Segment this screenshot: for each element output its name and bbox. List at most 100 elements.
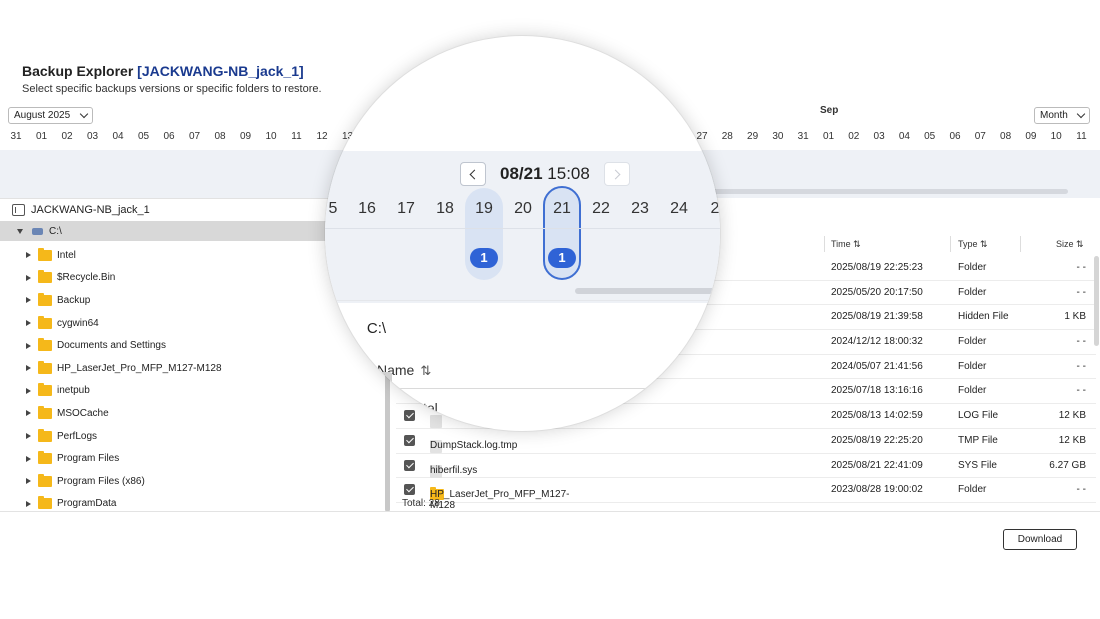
- cell-time: 2024/05/07 21:41:56: [831, 360, 923, 372]
- table-row[interactable]: hiberfil.sys 2025/08/21 22:41:09 SYS File 6…: [396, 454, 1096, 479]
- chevron-left-icon: [469, 169, 480, 179]
- tree-folder-item[interactable]: HP_LaserJet_Pro_MFP_M127-M128: [0, 357, 395, 380]
- day-cell[interactable]: 28: [715, 131, 739, 142]
- day-cell[interactable]: 01: [30, 131, 54, 142]
- folder-icon: [38, 383, 52, 397]
- day-cell[interactable]: 04: [892, 131, 916, 142]
- day-cell[interactable]: 29: [741, 131, 765, 142]
- table-row[interactable]: DumpStack.log.tmp 2025/08/19 22:25:20 TMP …: [396, 429, 1096, 454]
- expand-right-icon[interactable]: [26, 365, 31, 372]
- day-cell[interactable]: 09: [234, 131, 258, 142]
- magnified-day-cell[interactable]: 16: [347, 200, 387, 218]
- tree-folder-item[interactable]: cygwin64: [0, 312, 395, 335]
- magnified-day-cell[interactable]: 22: [581, 200, 621, 218]
- cell-size: - -: [1076, 385, 1086, 397]
- expand-right-icon[interactable]: [26, 252, 31, 259]
- cell-size: 12 KB: [1058, 434, 1086, 446]
- day-cell[interactable]: 11: [1070, 131, 1094, 142]
- magnified-scrollbar-thumb[interactable]: [380, 372, 392, 431]
- expand-right-icon[interactable]: [26, 410, 31, 417]
- cell-size: - -: [1076, 484, 1086, 496]
- day-cell[interactable]: 05: [132, 131, 156, 142]
- column-header-size[interactable]: Size ⇅: [1056, 239, 1084, 250]
- expand-right-icon[interactable]: [26, 297, 31, 304]
- expand-right-icon[interactable]: [26, 387, 31, 394]
- tree-folder-label: Backup: [57, 294, 91, 306]
- previous-version-button[interactable]: [460, 162, 486, 186]
- day-cell[interactable]: 06: [157, 131, 181, 142]
- tree-drive-label: C:\: [49, 225, 62, 237]
- grid-scrollbar[interactable]: [1094, 256, 1099, 346]
- tree-folder-item[interactable]: PerfLogs: [0, 425, 395, 448]
- magnified-day-cell[interactable]: 20: [503, 200, 543, 218]
- expand-right-icon[interactable]: [26, 433, 31, 440]
- magnified-checkbox[interactable]: [403, 408, 414, 419]
- day-cell[interactable]: 12: [310, 131, 334, 142]
- column-header-type[interactable]: Type ⇅: [958, 239, 988, 250]
- day-cell[interactable]: 03: [81, 131, 105, 142]
- version-time: 15:08: [547, 164, 590, 183]
- day-cell[interactable]: 02: [55, 131, 79, 142]
- day-cell[interactable]: 06: [943, 131, 967, 142]
- cell-type: SYS File: [958, 459, 997, 471]
- tree-folder-item[interactable]: Program Files (x86): [0, 470, 395, 493]
- expand-right-icon[interactable]: [26, 478, 31, 485]
- day-cell[interactable]: 01: [817, 131, 841, 142]
- magnified-row-name: tel: [423, 400, 438, 416]
- day-cell[interactable]: 07: [183, 131, 207, 142]
- magnified-day-cell[interactable]: 23: [620, 200, 660, 218]
- day-19-backup-count-badge: 1: [470, 248, 498, 268]
- expand-right-icon[interactable]: [26, 274, 31, 281]
- day-cell[interactable]: 31: [4, 131, 28, 142]
- divider: [325, 300, 720, 301]
- row-checkbox[interactable]: [404, 459, 415, 471]
- day-cell[interactable]: 08: [208, 131, 232, 142]
- range-select[interactable]: Month: [1034, 107, 1090, 124]
- magnified-day-cell[interactable]: 19: [464, 200, 504, 218]
- day-cell[interactable]: 31: [791, 131, 815, 142]
- day-cell[interactable]: 09: [1019, 131, 1043, 142]
- title-prefix: Backup Explorer: [22, 63, 138, 79]
- table-row[interactable]: HP_LaserJet_Pro_MFP_M127-M128 2023/08/28 …: [396, 478, 1096, 511]
- folder-icon: [38, 405, 52, 419]
- next-version-button[interactable]: [603, 162, 630, 186]
- day-cell[interactable]: 30: [766, 131, 790, 142]
- tree-folder-item[interactable]: MSOCache: [0, 402, 395, 425]
- expand-down-icon[interactable]: [17, 228, 23, 234]
- tree-folder-item[interactable]: Documents and Settings: [0, 334, 395, 357]
- expand-right-icon[interactable]: [26, 320, 31, 327]
- day-cell[interactable]: 03: [867, 131, 891, 142]
- tree-root[interactable]: JACKWANG-NB_jack_1: [12, 204, 150, 216]
- day-cell[interactable]: 04: [106, 131, 130, 142]
- expand-right-icon[interactable]: [26, 455, 31, 462]
- magnified-scrollbar[interactable]: [575, 288, 720, 294]
- magnified-day-cell[interactable]: 24: [659, 200, 699, 218]
- day-cell[interactable]: 10: [1044, 131, 1068, 142]
- magnified-day-cell[interactable]: 21: [542, 200, 582, 218]
- tree-folder-label: Program Files: [57, 453, 120, 465]
- magnified-day-cell[interactable]: 17: [386, 200, 426, 218]
- day-cell[interactable]: 08: [994, 131, 1018, 142]
- cell-type: Hidden File: [958, 311, 1009, 323]
- row-checkbox[interactable]: [404, 434, 415, 446]
- total-count: Total: 28: [402, 498, 440, 509]
- divider: [325, 228, 720, 229]
- expand-right-icon[interactable]: [26, 342, 31, 349]
- tree-folder-label: ProgramData: [57, 498, 117, 510]
- expand-right-icon[interactable]: [26, 500, 31, 507]
- day-cell[interactable]: 05: [918, 131, 942, 142]
- day-cell[interactable]: 11: [285, 131, 309, 142]
- tree-folder-item[interactable]: inetpub: [0, 380, 395, 403]
- magnified-day-cell[interactable]: 18: [425, 200, 465, 218]
- day-cell[interactable]: 02: [842, 131, 866, 142]
- magnified-day-cell[interactable]: 2: [695, 200, 720, 218]
- tree-folder-label: Program Files (x86): [57, 475, 145, 487]
- day-cell[interactable]: 10: [259, 131, 283, 142]
- row-checkbox[interactable]: [404, 484, 415, 496]
- month-select[interactable]: August 2025: [8, 107, 93, 124]
- download-button[interactable]: Download: [1003, 529, 1077, 550]
- version-navigator: 08/21 15:08: [460, 162, 630, 186]
- day-cell[interactable]: 07: [968, 131, 992, 142]
- tree-folder-item[interactable]: Program Files: [0, 447, 395, 470]
- column-header-time[interactable]: Time ⇅: [831, 239, 861, 250]
